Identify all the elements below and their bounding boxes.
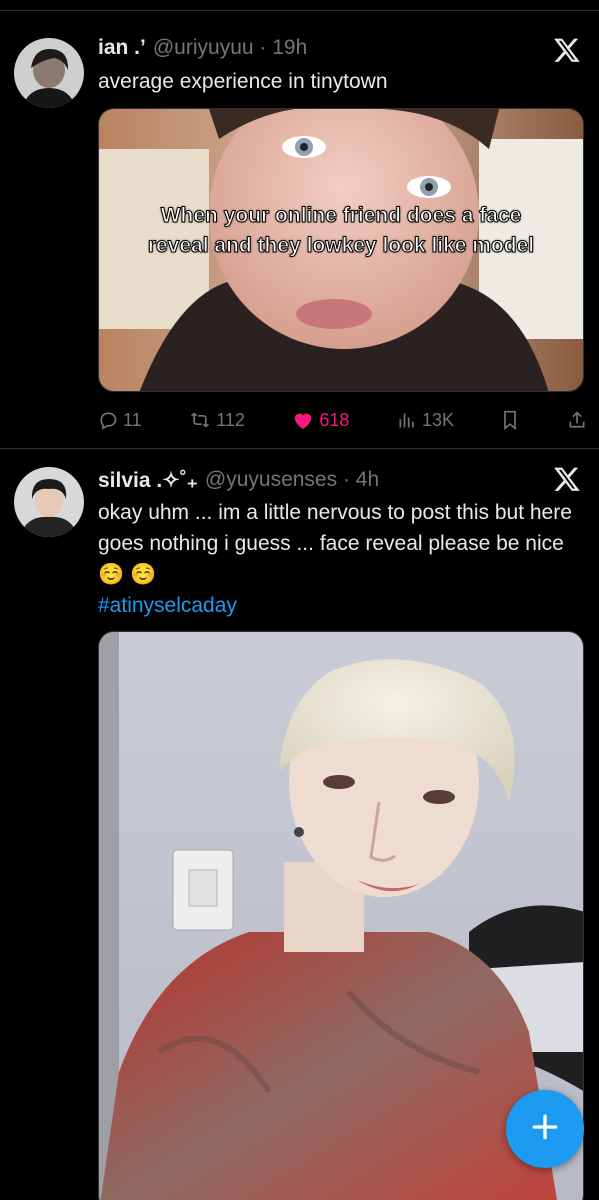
views-icon <box>397 410 417 430</box>
tweet-header: silvia .✧˚₊ @yuyusenses · 4h <box>98 466 529 494</box>
retweet-button[interactable]: 112 <box>189 410 245 431</box>
reply-count: 11 <box>123 409 142 430</box>
display-name[interactable]: ian .’ <box>98 36 146 60</box>
retweet-icon <box>189 410 211 430</box>
reply-icon <box>98 410 118 430</box>
views-count: 13K <box>421 409 454 430</box>
display-name[interactable]: silvia .✧˚₊ <box>98 468 198 493</box>
avatar[interactable] <box>14 38 84 108</box>
share-icon <box>567 410 587 430</box>
bookmark-button[interactable] <box>501 410 519 430</box>
tweet-header: ian .’ @uriyuyuu · 19h <box>98 34 529 62</box>
handle-and-time[interactable]: @uriyuyuu · 19h <box>153 36 307 60</box>
tweet[interactable]: silvia .✧˚₊ @yuyusenses · 4h okay uhm ..… <box>0 449 599 1200</box>
views-button[interactable]: 13K <box>397 410 454 431</box>
tweet[interactable]: ian .’ @uriyuyuu · 19h average experienc… <box>0 22 599 448</box>
compose-button[interactable] <box>506 1090 584 1168</box>
avatar[interactable] <box>14 467 84 537</box>
share-button[interactable] <box>567 410 587 430</box>
media-caption: When your online friend does a face reve… <box>147 204 535 258</box>
tweet-media-image[interactable]: When your online friend does a face reve… <box>98 108 584 392</box>
bookmark-icon <box>501 410 519 430</box>
handle-and-time[interactable]: @yuyusenses · 4h <box>205 468 379 492</box>
retweet-count: 112 <box>216 409 245 430</box>
like-count: 618 <box>319 409 350 430</box>
plus-icon <box>529 1111 561 1148</box>
tweet-text: okay uhm ... im a little nervous to post… <box>98 497 587 621</box>
tweet-text: average experience in tinytown <box>98 70 388 93</box>
reply-button[interactable]: 11 <box>98 410 142 431</box>
like-button[interactable]: 618 <box>292 410 349 431</box>
x-logo-icon <box>553 465 581 493</box>
tweet-body: okay uhm ... im a little nervous to post… <box>98 501 572 586</box>
hashtag-link[interactable]: #atinyselcaday <box>98 590 587 621</box>
tweet-actions: 11 112 618 13K <box>98 406 587 434</box>
heart-icon <box>292 410 314 430</box>
x-logo-icon <box>553 36 581 64</box>
top-divider <box>0 10 599 11</box>
